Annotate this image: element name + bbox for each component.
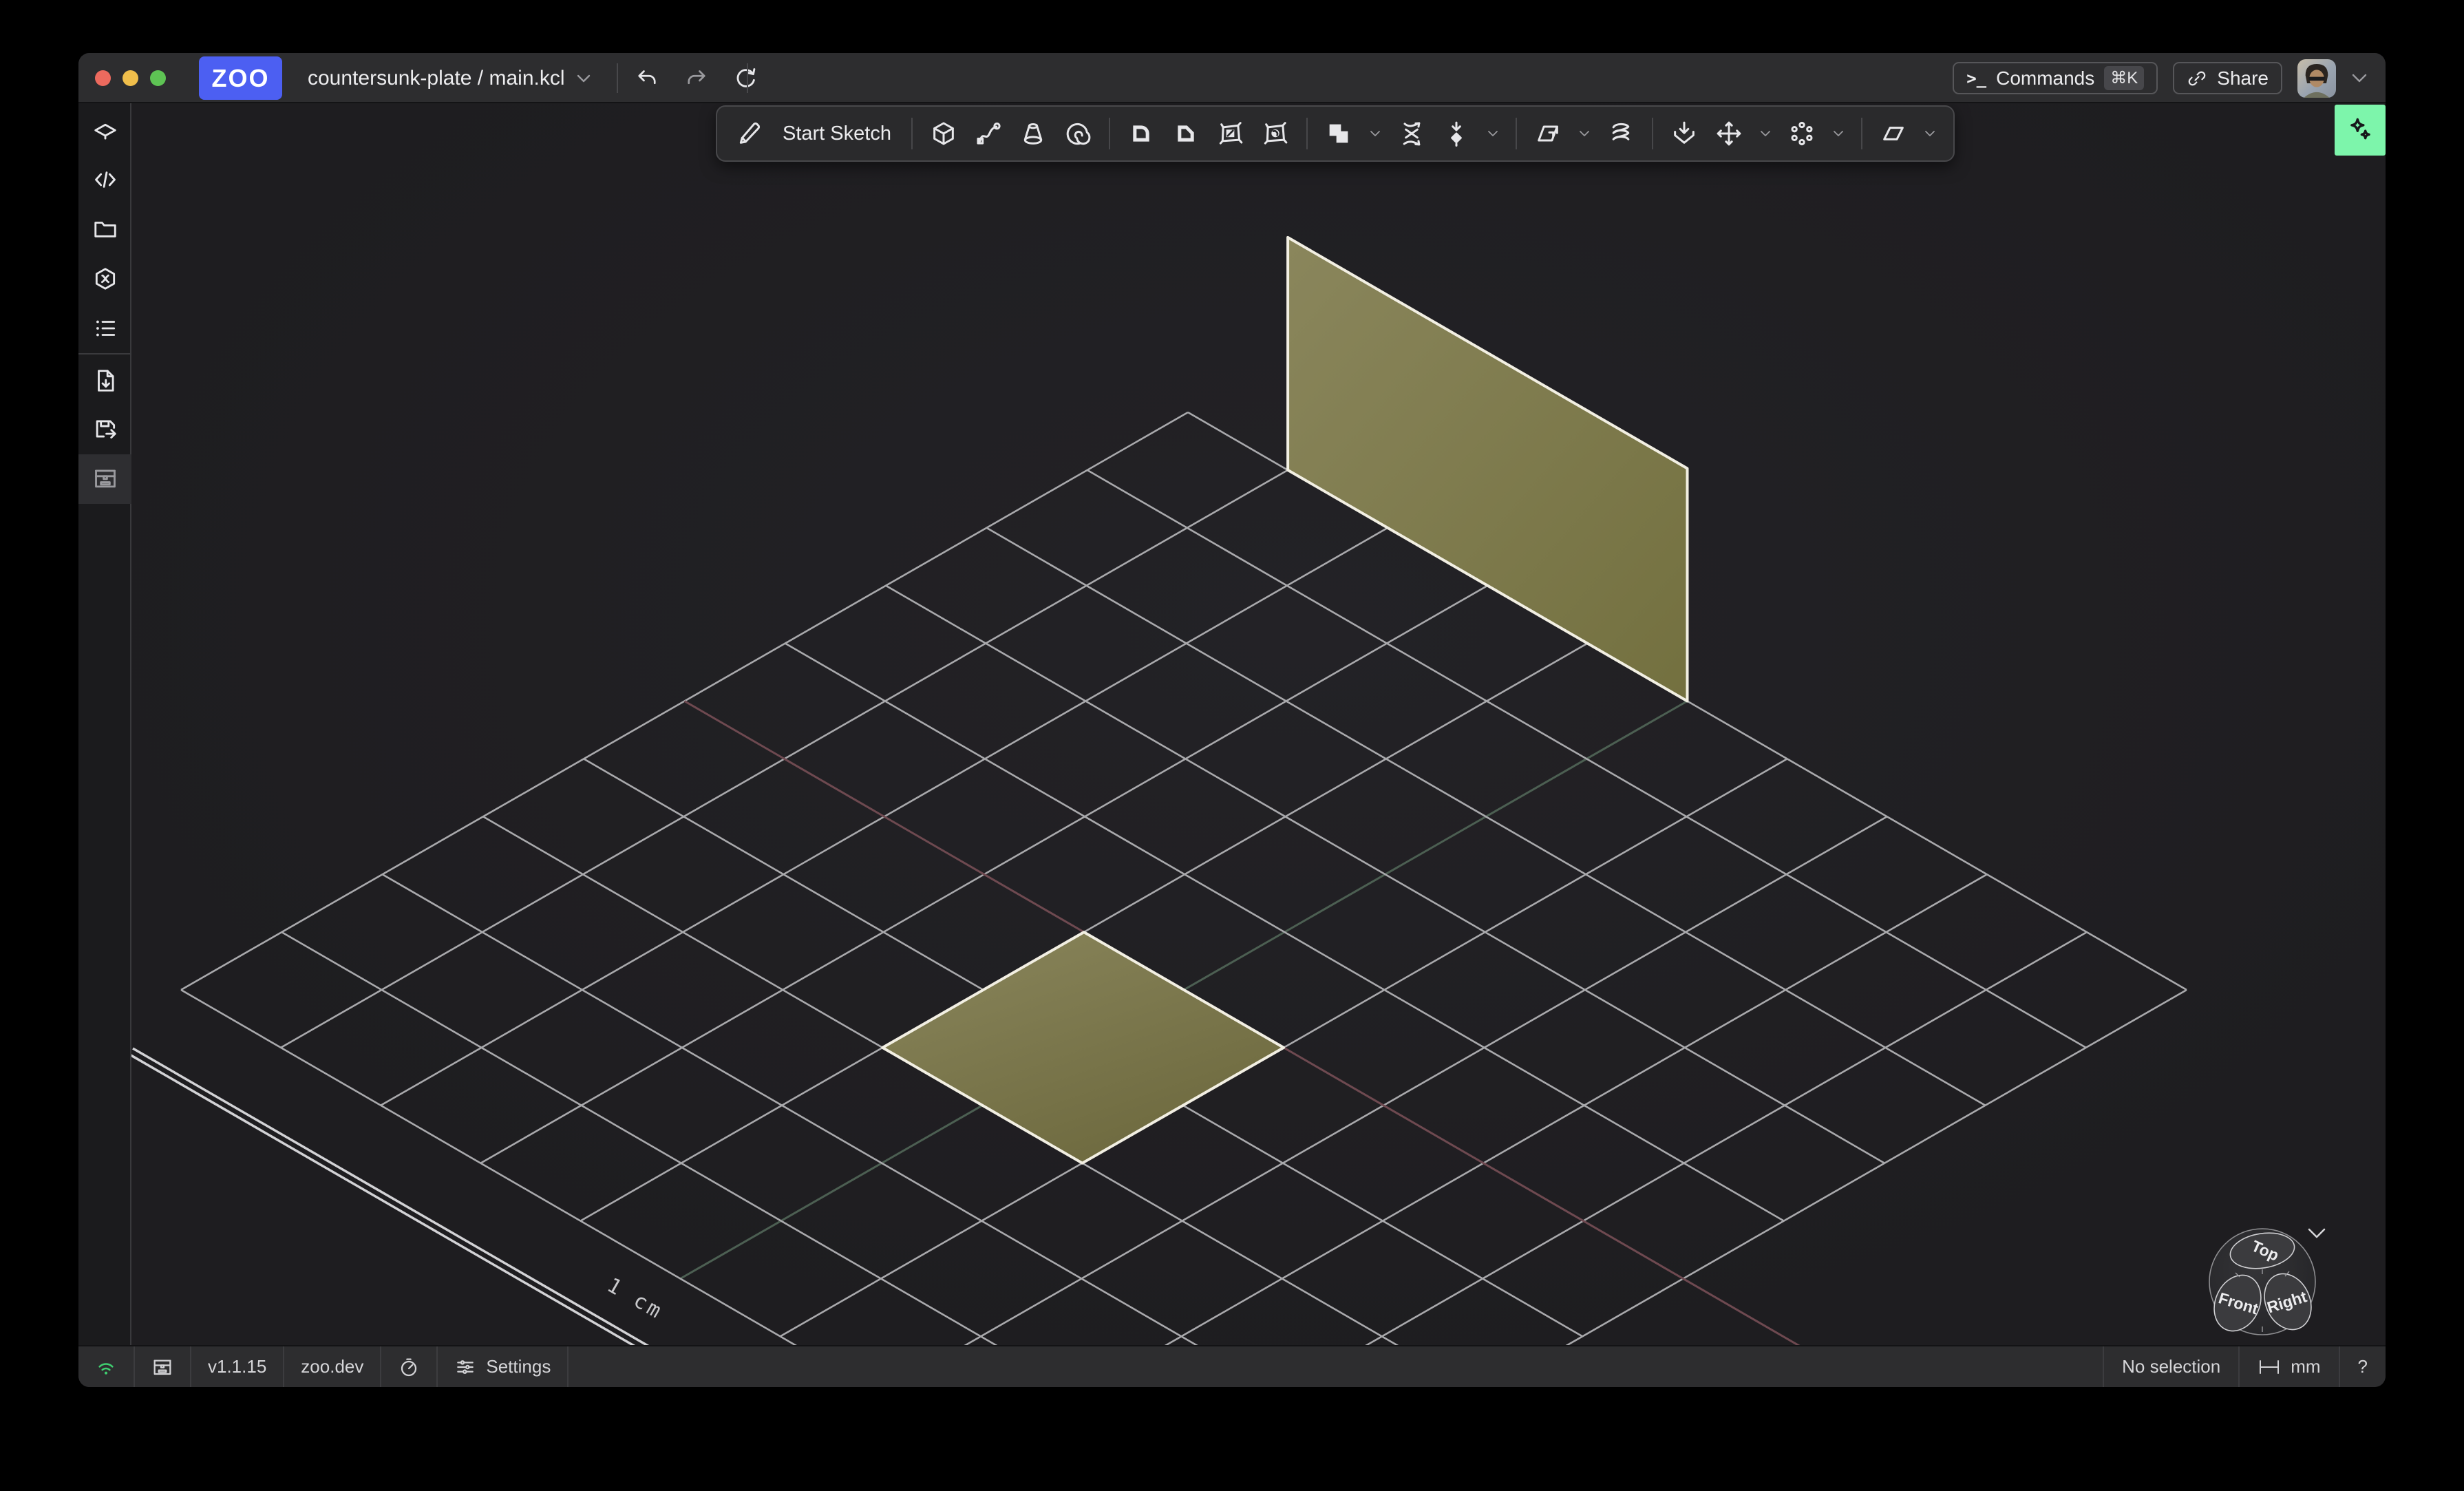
settings-button[interactable]: Settings [438, 1346, 569, 1387]
boolean-button[interactable] [1325, 120, 1352, 147]
extrude-button[interactable] [930, 120, 957, 147]
grid-line [785, 644, 1784, 1221]
sketch-plane-menu-chevron-icon[interactable] [1924, 130, 1935, 137]
chamfer-button[interactable] [1172, 120, 1200, 147]
commands-label: Commands [1996, 67, 2094, 89]
import-button[interactable] [1670, 120, 1698, 147]
sidebar-item-make[interactable] [78, 457, 131, 500]
start-sketch-label[interactable]: Start Sketch [783, 123, 891, 145]
selection-status: No selection [2103, 1346, 2238, 1387]
sketch-plane-button[interactable] [1880, 120, 1907, 147]
close-window-button[interactable] [95, 70, 111, 86]
toolbar-divider [1306, 118, 1308, 149]
redo-button[interactable] [679, 61, 714, 96]
hole-button[interactable] [1262, 120, 1289, 147]
split-button[interactable] [1398, 120, 1425, 147]
avatar-portrait [2297, 59, 2336, 98]
grid-line [383, 874, 1381, 1345]
grid-line [1080, 932, 2087, 1345]
zoo-dev-link[interactable]: zoo.dev [284, 1346, 381, 1387]
title-bar: ZOO countersunk-plate / main.kcl >_ Comm… [78, 53, 2386, 103]
pattern-menu-chevron-icon[interactable] [1833, 130, 1844, 137]
refresh-button[interactable] [728, 61, 764, 96]
modeling-toolbar: Start Sketch [716, 105, 1955, 162]
fillet-button[interactable] [1127, 120, 1155, 147]
sidebar-item-logs[interactable] [78, 307, 131, 350]
terminal-prompt-icon: >_ [1966, 69, 1986, 88]
printer-icon [151, 1356, 173, 1378]
titlebar-divider [617, 63, 618, 93]
sidebar-item-variables[interactable] [78, 257, 131, 300]
zoo-logo[interactable]: ZOO [199, 56, 282, 100]
settings-label: Settings [486, 1356, 551, 1377]
network-status-button[interactable] [78, 1346, 135, 1387]
pattern-button[interactable] [1788, 120, 1816, 147]
sliders-icon [454, 1356, 476, 1378]
commands-button[interactable]: >_ Commands ⌘K [1953, 62, 2158, 94]
insert-menu-chevron-icon[interactable] [1487, 130, 1498, 137]
share-button[interactable]: Share [2173, 62, 2282, 94]
text-to-cad-button[interactable] [2335, 105, 2386, 156]
shell-button[interactable] [1217, 120, 1244, 147]
wifi-icon [95, 1356, 117, 1378]
start-sketch-button[interactable] [735, 120, 763, 147]
traffic-lights [95, 53, 166, 103]
gizmo-menu-chevron-icon[interactable] [2305, 1227, 2328, 1240]
grid-scale-label: 1 cm [603, 1273, 668, 1324]
minimize-window-button[interactable] [123, 70, 138, 86]
chevron-down-icon [576, 74, 591, 83]
vertical-sketch-plane[interactable] [1288, 237, 1687, 701]
help-button[interactable]: ? [2339, 1346, 2386, 1387]
titlebar-divider [747, 63, 748, 93]
machine-manager-button[interactable] [135, 1346, 191, 1387]
3d-viewport[interactable]: 1 cm Start Sketch [131, 103, 2386, 1345]
insert-point-button[interactable] [1443, 120, 1470, 147]
sidebar-item-feature-tree[interactable] [78, 109, 131, 152]
share-label: Share [2217, 67, 2269, 89]
toolbar-divider [1109, 118, 1110, 149]
move-menu-chevron-icon[interactable] [1760, 130, 1771, 137]
view-gizmo[interactable]: Top Front Right [2204, 1223, 2321, 1340]
undo-button[interactable] [629, 61, 665, 96]
sidebar-divider [78, 353, 131, 355]
user-avatar[interactable] [2297, 59, 2336, 98]
user-menu-chevron-icon[interactable] [2351, 73, 2368, 83]
grid-line [1180, 990, 2187, 1345]
3d-canvas[interactable]: 1 cm [131, 103, 2386, 1345]
left-sidebar [78, 103, 131, 1345]
sidebar-item-project-files[interactable] [78, 208, 131, 251]
project-menu[interactable]: countersunk-plate / main.kcl [308, 53, 591, 103]
sparkles-icon [2345, 115, 2375, 145]
sweep-button[interactable] [975, 120, 1002, 147]
app-window: ZOO countersunk-plate / main.kcl >_ Comm… [78, 53, 2386, 1387]
project-title: countersunk-plate / main.kcl [308, 67, 565, 90]
app-version[interactable]: v1.1.15 [191, 1346, 284, 1387]
zoom-window-button[interactable] [150, 70, 166, 86]
x-axis-line [685, 701, 1834, 1346]
sidebar-item-kcl-code[interactable] [78, 158, 131, 201]
timer-button[interactable] [381, 1346, 438, 1387]
commands-shortcut: ⌘K [2104, 66, 2144, 90]
toolbar-divider [1861, 118, 1862, 149]
units-label: mm [2291, 1356, 2320, 1377]
toolbar-divider [1652, 118, 1653, 149]
boolean-menu-chevron-icon[interactable] [1370, 130, 1381, 137]
sidebar-item-save-export[interactable] [78, 408, 131, 450]
toolbar-divider [1516, 118, 1517, 149]
width-ruler-icon [2258, 1358, 2281, 1376]
move-button[interactable] [1715, 120, 1743, 147]
toolbar-divider [911, 118, 913, 149]
units-button[interactable]: mm [2238, 1346, 2338, 1387]
plane-menu-chevron-icon[interactable] [1579, 130, 1590, 137]
stopwatch-icon [398, 1356, 420, 1378]
sidebar-item-export-file[interactable] [78, 359, 131, 402]
link-icon [2187, 68, 2207, 89]
revolve-button[interactable] [1064, 120, 1092, 147]
loft-button[interactable] [1019, 120, 1047, 147]
helix-button[interactable] [1607, 120, 1635, 147]
offset-plane-button[interactable] [1534, 120, 1562, 147]
status-bar: v1.1.15 zoo.dev Settings No selection mm… [78, 1345, 2386, 1387]
